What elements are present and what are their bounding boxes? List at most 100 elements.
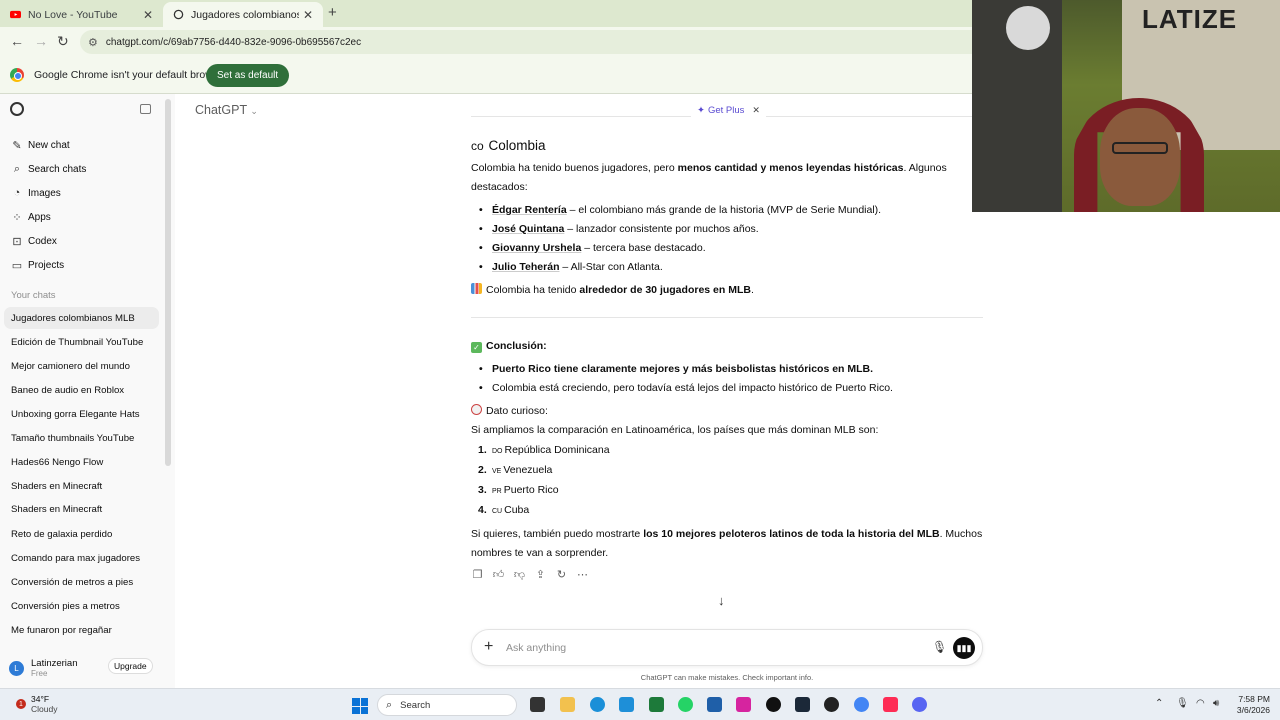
sidebar-item-new-chat[interactable]: ✎ New chat xyxy=(11,139,69,152)
user-plan: Free xyxy=(31,669,48,678)
voice-mode-icon[interactable]: ▮▮▮ xyxy=(953,637,975,659)
close-tab-icon[interactable]: ✕ xyxy=(303,8,313,22)
tab-youtube[interactable]: No Love - YouTube ✕ xyxy=(0,2,163,27)
chat-item[interactable]: Conversión pies a metros xyxy=(4,595,159,617)
prompt-input[interactable]: Ask anything xyxy=(506,642,566,654)
chat-item[interactable]: Baneo de audio en Roblox xyxy=(4,379,159,401)
chat-item[interactable]: Hades66 Nengo Flow xyxy=(4,451,159,473)
list-item: José Quintana – lanzador consistente por… xyxy=(471,220,986,239)
conclusion-point: Puerto Rico tiene claramente mejores y m… xyxy=(492,363,874,375)
upgrade-button[interactable]: Upgrade xyxy=(108,658,153,674)
conclusion-point: Colombia está creciendo, pero todavía es… xyxy=(492,382,893,394)
close-tab-icon[interactable]: ✕ xyxy=(143,8,153,22)
microphone-icon[interactable]: 🎙︎ xyxy=(1176,698,1189,709)
list-item: Giovanny Urshela – tercera base destacad… xyxy=(471,239,986,258)
chat-item[interactable]: Jugadores colombianos MLB xyxy=(4,307,159,329)
sidebar-scrollbar[interactable] xyxy=(165,99,171,466)
chrome-icon[interactable] xyxy=(854,697,869,712)
chat-item[interactable]: Tamaño thumbnails YouTube xyxy=(4,427,159,449)
disclaimer: ChatGPT can make mistakes. Check importa… xyxy=(640,673,814,682)
get-plus-label: Get Plus xyxy=(707,104,745,116)
thumbs-up-icon[interactable]: 👍︎ xyxy=(492,568,505,581)
webcam-overlay: LATIZE xyxy=(972,0,1280,212)
clock[interactable]: 7:58 PM 3/6/2026 xyxy=(1228,694,1270,716)
app-icon[interactable] xyxy=(707,697,722,712)
chat-item[interactable]: Comando para max jugadores xyxy=(4,547,159,569)
copy-icon[interactable]: ❐ xyxy=(471,568,484,581)
your-chats-heading: Your chats xyxy=(11,290,56,301)
model-selector[interactable]: ChatGPT ⌄ xyxy=(195,103,258,117)
reload-icon[interactable]: ↻ xyxy=(57,33,69,50)
url-field[interactable]: ⚙ chatgpt.com/c/69ab7756-d440-832e-9096-… xyxy=(80,30,1000,54)
text: . xyxy=(750,284,754,296)
tiktok-live-icon[interactable] xyxy=(883,697,898,712)
chat-item[interactable]: Me funaron por regañar xyxy=(4,619,159,641)
sidebar-item-label: Search chats xyxy=(28,164,87,175)
list-item: 2. VE Venezuela xyxy=(471,461,986,481)
share-icon[interactable]: ⇪ xyxy=(534,568,547,581)
regenerate-icon[interactable]: ↻ xyxy=(555,568,568,581)
avatar: L xyxy=(9,660,24,676)
store-icon[interactable] xyxy=(619,697,634,712)
discord-icon[interactable] xyxy=(912,697,927,712)
country-name: Venezuela xyxy=(503,464,553,476)
sidebar-item-label: Projects xyxy=(28,260,65,271)
file-explorer-icon[interactable] xyxy=(560,697,575,712)
user-menu[interactable]: L Latinzerian Free xyxy=(9,658,77,678)
chat-item[interactable]: Mejor camionero del mundo xyxy=(4,355,159,377)
volume-icon[interactable]: 🔊︎ xyxy=(1213,698,1219,709)
player-desc: – lanzador consistente por muchos años. xyxy=(564,223,759,235)
get-plus-button[interactable]: ✦ Get Plus ✕ xyxy=(691,102,766,118)
close-icon[interactable]: ✕ xyxy=(752,105,760,116)
sidebar-item-apps[interactable]: ⁘ Apps xyxy=(11,211,50,224)
scroll-down-icon[interactable]: ↓ xyxy=(718,593,725,608)
more-icon[interactable]: ⋯ xyxy=(576,568,589,581)
list-item: Julio Teherán – All-Star con Atlanta. xyxy=(471,258,986,277)
sidebar-item-codex[interactable]: ⊡ Codex xyxy=(11,235,57,248)
item-number: 3. xyxy=(478,484,487,496)
edge-icon[interactable] xyxy=(590,697,605,712)
site-info-icon[interactable]: ⚙ xyxy=(88,36,98,49)
sidebar-item-projects[interactable]: ▭ Projects xyxy=(11,259,64,272)
thumbs-down-icon[interactable]: 👎︎ xyxy=(513,568,526,581)
steam-icon[interactable] xyxy=(795,697,810,712)
sidebar-toggle-icon[interactable] xyxy=(140,104,151,114)
chat-item[interactable]: Shaders en Minecraft xyxy=(4,475,159,497)
sidebar-item-search-chats[interactable]: ⌕ Search chats xyxy=(11,163,86,176)
chat-item[interactable]: Shaders en Minecraft xyxy=(4,498,159,520)
new-tab-icon[interactable]: + xyxy=(328,4,337,21)
user-name: Latinzerian xyxy=(31,658,78,669)
taskbar-search[interactable]: ⌕ Search xyxy=(377,694,517,716)
back-icon[interactable]: ← xyxy=(10,33,24,49)
chat-item[interactable]: Conversión de metros a pies xyxy=(4,571,159,593)
task-view-icon[interactable] xyxy=(530,697,545,712)
chat-item[interactable]: Reto de galaxia perdido xyxy=(4,523,159,545)
tab-chatgpt[interactable]: Jugadores colombianos MLB ✕ xyxy=(163,2,323,27)
set-default-button[interactable]: Set as default xyxy=(206,64,290,87)
composer[interactable]: + Ask anything 🎙︎ ▮▮▮ xyxy=(471,629,983,666)
plus-icon[interactable]: + xyxy=(484,638,493,656)
chevron-up-icon[interactable]: ⌃ xyxy=(1155,698,1163,709)
microphone-icon[interactable]: 🎙︎ xyxy=(932,640,947,654)
tab-title: No Love - YouTube xyxy=(28,8,118,21)
countries-list: 1. DO República Dominicana 2. VE Venezuela 3… xyxy=(471,441,986,521)
tiktok-icon[interactable] xyxy=(766,697,781,712)
chat-item[interactable]: Edición de Thumbnail YouTube xyxy=(4,331,159,353)
chat-item[interactable]: Unboxing gorra Elegante Hats xyxy=(4,403,159,425)
wifi-icon[interactable]: ◠ xyxy=(1196,698,1205,709)
fun-fact-title: Dato curioso: xyxy=(486,405,548,417)
app-icon[interactable] xyxy=(824,697,839,712)
excel-icon[interactable] xyxy=(649,697,664,712)
forward-icon[interactable]: → xyxy=(34,33,48,49)
temperature: 34°F xyxy=(31,694,50,704)
sidebar-item-images[interactable]: ◔ Images xyxy=(11,187,61,199)
instagram-icon[interactable] xyxy=(736,697,751,712)
windows-start-icon[interactable] xyxy=(352,698,368,714)
openai-logo-icon[interactable] xyxy=(10,102,24,116)
intro-paragraph: Colombia ha tenido buenos jugadores, per… xyxy=(471,159,986,197)
whatsapp-icon[interactable] xyxy=(678,697,693,712)
weather-widget[interactable]: 1 34°F Cloudy xyxy=(16,694,57,714)
count-paragraph: Colombia ha tenido alrededor de 30 jugad… xyxy=(471,281,986,300)
baseball-icon xyxy=(471,404,482,415)
offer-paragraph: Si quieres, también puedo mostrarte los … xyxy=(471,525,986,563)
